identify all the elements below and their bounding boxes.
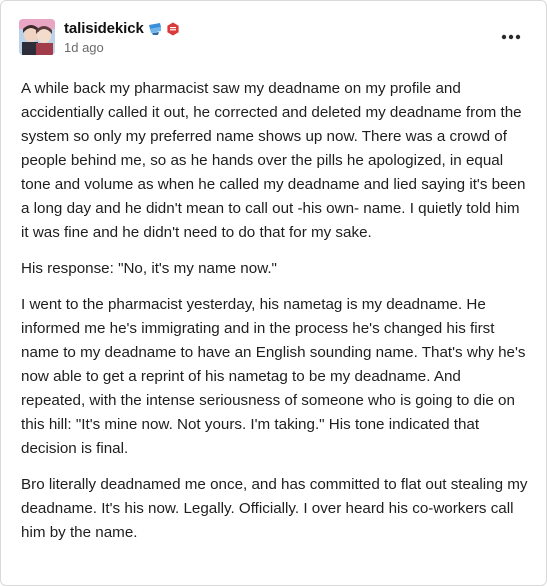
- avatar-image: [19, 19, 55, 55]
- more-options-icon: [501, 34, 521, 40]
- post-header: talisidekick 1d ago: [19, 17, 528, 57]
- post-card: talisidekick 1d ago A while back my phar…: [0, 0, 547, 586]
- post-paragraph: Bro literally deadnamed me once, and has…: [21, 476, 528, 541]
- post-body: A while back my pharmacist saw my deadna…: [21, 77, 529, 557]
- post-paragraph: A while back my pharmacist saw my deadna…: [21, 80, 526, 241]
- post-paragraph: I went to the pharmacist yesterday, his …: [21, 296, 526, 457]
- username-row: talisidekick: [64, 19, 182, 38]
- post-paragraph: His response: "No, it's my name now.": [21, 260, 277, 277]
- red-badge-icon[interactable]: [166, 22, 182, 36]
- more-options-button[interactable]: [500, 29, 522, 40]
- username-link[interactable]: talisidekick: [64, 20, 144, 37]
- blue-badge-icon[interactable]: [147, 22, 163, 36]
- post-timestamp[interactable]: 1d ago: [64, 40, 182, 55]
- post-meta: talisidekick 1d ago: [64, 19, 182, 55]
- avatar[interactable]: [19, 19, 55, 55]
